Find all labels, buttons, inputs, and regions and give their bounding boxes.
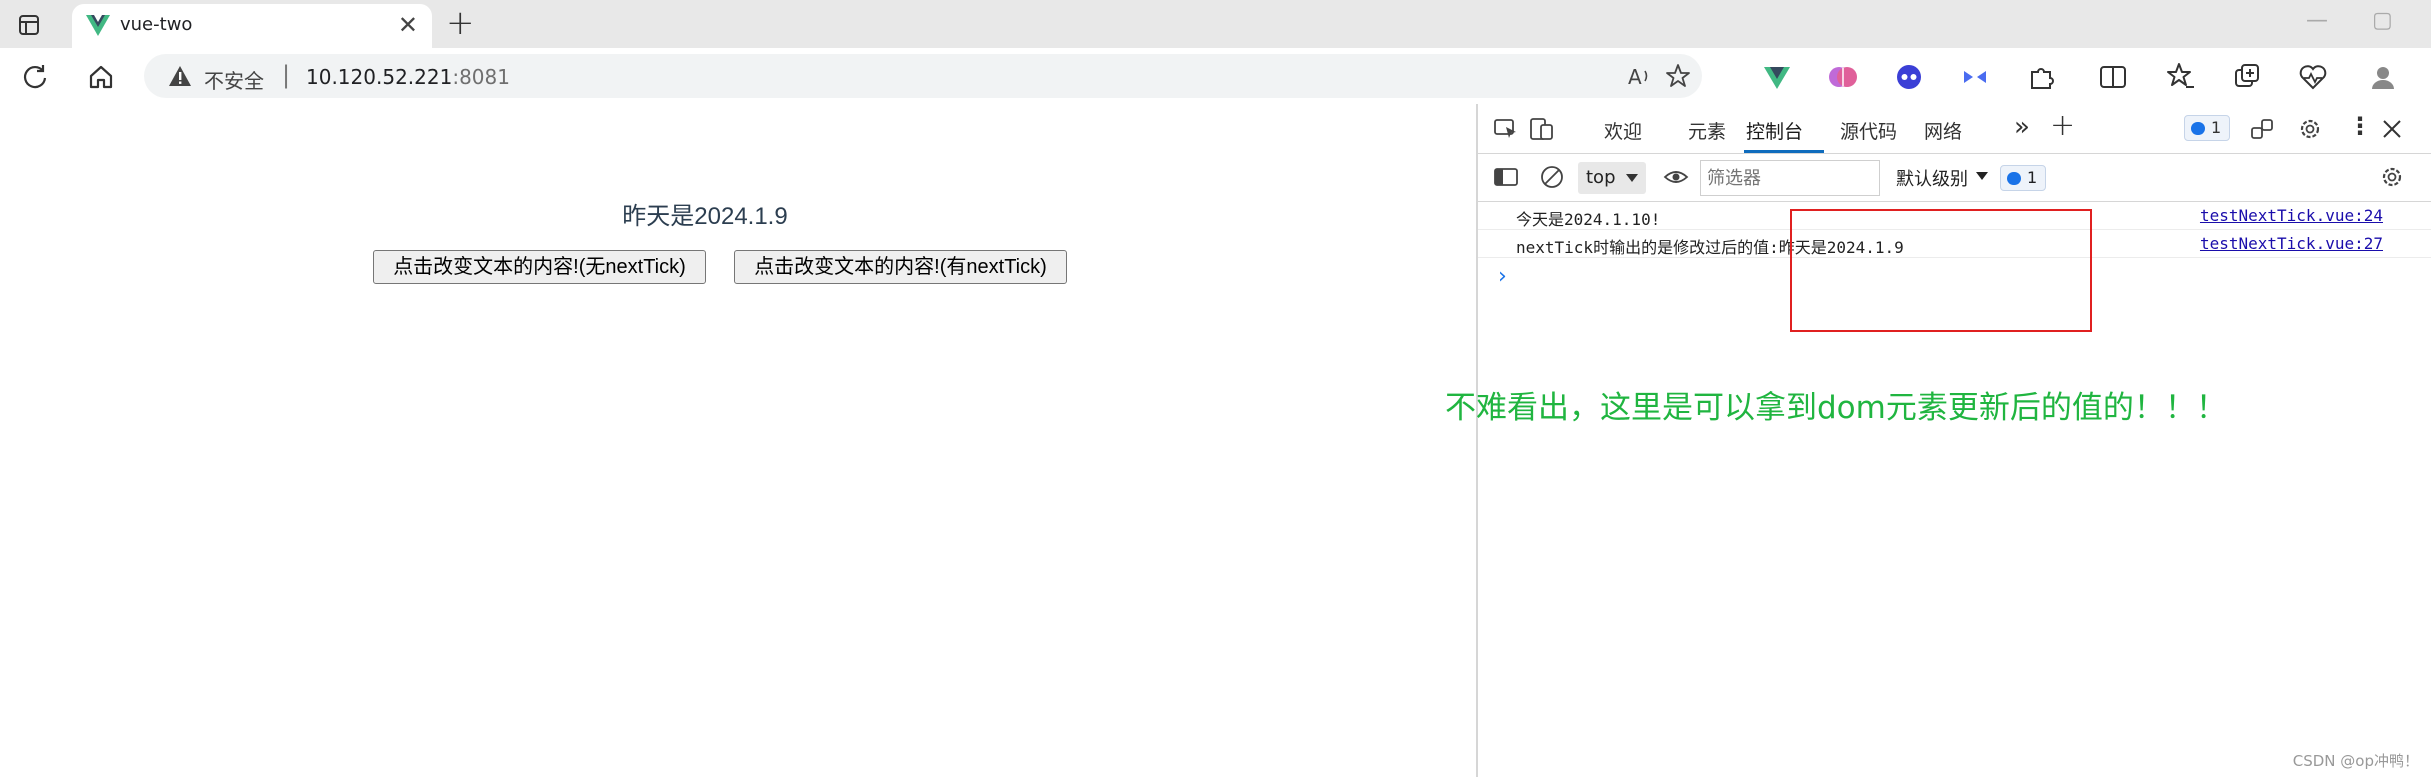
split-arrows-extension-icon[interactable] bbox=[1958, 60, 1992, 94]
tab-network[interactable]: 网络 bbox=[1924, 117, 1962, 144]
collections-icon[interactable] bbox=[2230, 60, 2264, 94]
console-source-link[interactable]: testNextTick.vue:24 bbox=[2200, 206, 2383, 225]
console-settings-gear-icon[interactable] bbox=[2378, 164, 2406, 190]
page-viewport: 昨天是2024.1.9 点击改变文本的内容!(无nextTick) 点击改变文本… bbox=[0, 104, 1476, 777]
url-separator: | bbox=[282, 61, 291, 89]
console-message: 今天是2024.1.10! bbox=[1516, 210, 1661, 229]
annotation-note: 不难看出，这里是可以拿到dom元素更新后的值的！！！ bbox=[1445, 390, 2227, 426]
add-tool-icon[interactable]: + bbox=[2050, 108, 2075, 143]
more-tabs-icon[interactable]: » bbox=[2014, 112, 2030, 142]
console-source-link[interactable]: testNextTick.vue:27 bbox=[2200, 234, 2383, 253]
context-value: top bbox=[1586, 167, 1616, 188]
live-expression-eye-icon[interactable] bbox=[1662, 164, 1690, 190]
navigation-bar: 不安全 | 10.120.52.221:8081 A bbox=[0, 48, 2431, 104]
split-screen-icon[interactable] bbox=[2096, 60, 2130, 94]
browser-essentials-icon[interactable] bbox=[2296, 60, 2330, 94]
url-host: 10.120.52.221 bbox=[306, 65, 453, 89]
tab-welcome[interactable]: 欢迎 bbox=[1604, 117, 1642, 144]
clear-console-icon[interactable] bbox=[1538, 164, 1566, 190]
close-devtools-icon[interactable] bbox=[2378, 116, 2406, 142]
active-tab-indicator bbox=[1744, 150, 1824, 153]
context-select[interactable]: top bbox=[1578, 162, 1646, 194]
read-aloud-icon[interactable]: A bbox=[1626, 62, 1654, 90]
console-filter-input[interactable] bbox=[1700, 160, 1880, 196]
log-level-dropdown[interactable]: 默认级别 bbox=[1896, 165, 1968, 191]
tab-actions-icon[interactable] bbox=[14, 12, 44, 38]
home-icon[interactable] bbox=[84, 60, 118, 94]
issues-badge[interactable]: 1 bbox=[2000, 165, 2046, 191]
page-message: 昨天是2024.1.9 bbox=[622, 203, 788, 230]
device-emulation-icon[interactable] bbox=[1528, 116, 1556, 142]
close-tab-icon[interactable]: ✕ bbox=[398, 12, 418, 38]
issue-bubble-icon bbox=[2007, 172, 2021, 185]
vue-logo-icon bbox=[86, 15, 110, 36]
vue-devtools-extension-icon[interactable] bbox=[1760, 60, 1794, 94]
tab-title: vue-two bbox=[120, 14, 193, 35]
settings-gear-icon[interactable] bbox=[2296, 116, 2324, 142]
tab-strip: vue-two ✕ + — ▢ bbox=[0, 0, 2431, 48]
extensions-puzzle-icon[interactable] bbox=[2024, 60, 2058, 94]
url-port: :8081 bbox=[452, 65, 510, 89]
minimize-icon[interactable]: — bbox=[2306, 8, 2328, 33]
message-bubble-icon bbox=[2191, 122, 2205, 135]
tab-console[interactable]: 控制台 bbox=[1746, 117, 1803, 144]
new-tab-button[interactable]: + bbox=[446, 6, 475, 40]
messages-count: 1 bbox=[2211, 118, 2222, 137]
console-prompt-icon[interactable]: › bbox=[1498, 264, 1507, 289]
chevron-down-icon bbox=[1626, 174, 1638, 182]
change-text-without-nexttick-button[interactable]: 点击改变文本的内容!(无nextTick) bbox=[373, 250, 706, 284]
maximize-icon[interactable]: ▢ bbox=[2372, 8, 2393, 33]
issues-count: 1 bbox=[2027, 168, 2038, 187]
brain-extension-icon[interactable] bbox=[1826, 60, 1860, 94]
warning-icon[interactable] bbox=[168, 65, 192, 87]
messages-badge[interactable]: 1 bbox=[2184, 115, 2230, 141]
console-toolbar: top 默认级别 1 bbox=[1478, 154, 2431, 202]
security-label[interactable]: 不安全 bbox=[204, 65, 264, 94]
level-chevron-down-icon bbox=[1976, 172, 1988, 180]
tab-elements[interactable]: 元素 bbox=[1688, 117, 1726, 144]
profile-avatar-icon[interactable] bbox=[2366, 60, 2400, 94]
url-text[interactable]: 10.120.52.221:8081 bbox=[306, 65, 510, 89]
refresh-icon[interactable] bbox=[18, 60, 52, 94]
connected-devices-icon[interactable] bbox=[2248, 116, 2276, 142]
tab-sources[interactable]: 源代码 bbox=[1840, 117, 1897, 144]
favorite-star-icon[interactable] bbox=[1664, 62, 1692, 90]
robot-extension-icon[interactable] bbox=[1892, 60, 1926, 94]
devtools-tab-bar: 欢迎 元素 控制台 源代码 网络 » + 1 ⋮ bbox=[1478, 104, 2431, 154]
toggle-sidebar-icon[interactable] bbox=[1492, 164, 1520, 190]
watermark: CSDN @op冲鸭！ bbox=[2292, 752, 2419, 770]
inspect-element-icon[interactable] bbox=[1492, 116, 1520, 142]
address-bar[interactable]: 不安全 | 10.120.52.221:8081 A bbox=[144, 54, 1702, 98]
more-options-icon[interactable]: ⋮ bbox=[2348, 112, 2372, 140]
devtools-panel: 欢迎 元素 控制台 源代码 网络 » + 1 ⋮ top 筛选器 默认级别 1 … bbox=[1476, 104, 2431, 777]
favorites-icon[interactable] bbox=[2164, 60, 2198, 94]
change-text-with-nexttick-button[interactable]: 点击改变文本的内容!(有nextTick) bbox=[734, 250, 1067, 284]
highlight-box bbox=[1790, 209, 2092, 332]
svg-text:A: A bbox=[1628, 65, 1642, 89]
browser-tab[interactable]: vue-two ✕ bbox=[72, 4, 432, 48]
